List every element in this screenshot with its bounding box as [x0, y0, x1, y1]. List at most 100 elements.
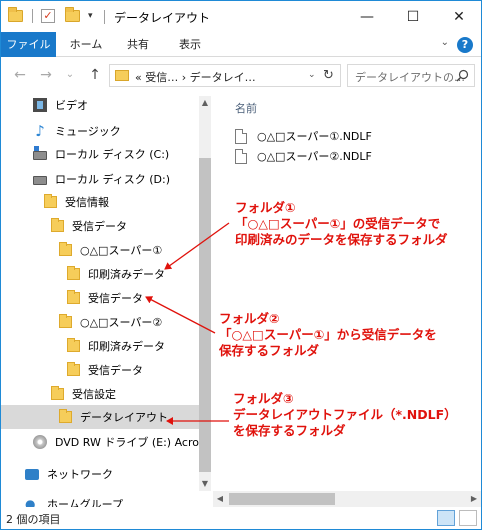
details-view-icon[interactable]: [437, 510, 455, 526]
search-input[interactable]: データレイアウトの…: [355, 69, 465, 85]
dvd-icon: [33, 435, 47, 449]
refresh-icon[interactable]: ↻: [323, 68, 334, 83]
search-icon[interactable]: [456, 69, 469, 82]
sidebar-item-label: ローカル ディスク (C:): [55, 148, 170, 161]
sidebar-item-label: データレイアウト: [80, 411, 168, 424]
sidebar-item-label: 受信データ: [88, 364, 143, 377]
sidebar-item-dvd-drive[interactable]: DVD RW ドライブ (E:) Acronis: [1, 430, 211, 454]
sidebar-item-label: ミュージック: [55, 125, 121, 138]
tab-share[interactable]: 共有: [117, 32, 159, 57]
file-item[interactable]: ○△□スーパー②.NDLF: [235, 146, 372, 166]
annotation-line: 印刷済みのデータを保存するフォルダ: [235, 232, 448, 247]
sidebar-item-label: 印刷済みデータ: [88, 340, 165, 353]
sidebar-item-printed-data-2[interactable]: 印刷済みデータ: [1, 334, 199, 358]
folder-icon: [67, 362, 80, 376]
sidebar-item-received-data-2[interactable]: 受信データ: [1, 358, 199, 382]
annotation-line: フォルダ①: [235, 200, 296, 215]
expand-ribbon-icon[interactable]: ⌄: [441, 37, 449, 48]
search-box[interactable]: データレイアウトの…: [347, 64, 475, 87]
folder-icon: [59, 314, 72, 328]
folder-icon: [51, 218, 64, 232]
sidebar-item-drive-d[interactable]: ローカル ディスク (D:): [1, 167, 199, 191]
new-folder-icon[interactable]: [65, 7, 80, 24]
drive-icon: [33, 146, 47, 160]
scroll-right-icon[interactable]: ▶: [467, 491, 481, 507]
homegroup-icon: ●: [25, 497, 36, 507]
folder-icon: [67, 290, 80, 304]
file-name: ○△□スーパー②.NDLF: [257, 150, 372, 163]
help-icon[interactable]: ?: [457, 37, 473, 53]
properties-icon[interactable]: ✓: [41, 8, 55, 24]
sidebar-item-label: ○△□スーパー①: [80, 244, 163, 257]
sidebar-item-jushin-settei[interactable]: 受信設定: [1, 382, 199, 406]
item-count: 2 個の項目: [6, 513, 61, 526]
back-button[interactable]: ←: [11, 66, 29, 84]
annotation-line: フォルダ②: [219, 311, 280, 326]
sidebar-item-label: 受信データ: [72, 220, 127, 233]
sidebar-item-super-2[interactable]: ○△□スーパー②: [1, 310, 199, 334]
sidebar-scrollbar-thumb[interactable]: [199, 158, 211, 472]
sidebar-item-jushin-joho[interactable]: 受信情報: [1, 190, 199, 214]
forward-button[interactable]: →: [37, 66, 55, 84]
navigation-pane: ビデオ ♪ ミュージック ローカル ディスク (C:) ローカル ディスク (D…: [1, 92, 211, 507]
address-path[interactable]: « 受信… › データレイ…: [135, 69, 256, 85]
music-icon: ♪: [35, 122, 45, 140]
folder-icon: [51, 386, 64, 400]
sidebar-item-network[interactable]: ネットワーク: [1, 462, 199, 486]
quick-access-separator: [32, 8, 33, 24]
folder-icon: [8, 7, 23, 24]
file-icon: [235, 128, 247, 144]
status-bar: 2 個の項目: [1, 507, 481, 529]
up-button[interactable]: ↑: [86, 66, 104, 84]
sidebar-item-label: 受信設定: [72, 388, 116, 401]
sidebar-item-label: ネットワーク: [47, 468, 113, 481]
folder-icon: [115, 70, 129, 81]
large-icons-view-icon[interactable]: [459, 510, 477, 526]
ribbon-tabs: ファイル ホーム 共有 表示 ⌄ ?: [1, 32, 481, 57]
sidebar-item-label: ビデオ: [55, 99, 88, 112]
annotation-folder-3: フォルダ③ データレイアウトファイル（*.NDLF） を保存するフォルダ: [233, 391, 457, 439]
sidebar-item-printed-data-1[interactable]: 印刷済みデータ: [1, 262, 199, 286]
folder-icon: [59, 409, 72, 423]
annotation-line: 保存するフォルダ: [219, 343, 320, 358]
scroll-left-icon[interactable]: ◀: [213, 491, 227, 507]
maximize-button[interactable]: ☐: [390, 1, 436, 32]
horizontal-scrollbar-thumb[interactable]: [229, 493, 335, 505]
navigation-bar: ← → ⌄ ↑ « 受信… › データレイ… ⌄ ↻ データレイアウトの…: [1, 58, 481, 92]
minimize-button[interactable]: —: [344, 1, 390, 32]
tab-view[interactable]: 表示: [169, 32, 211, 57]
scroll-down-icon[interactable]: ▼: [199, 477, 211, 491]
explorer-window: ✓ ▾ データレイアウト — ☐ ✕ ファイル ホーム 共有 表示 ⌄ ? ← …: [0, 0, 482, 530]
sidebar-item-video[interactable]: ビデオ: [1, 93, 199, 117]
sidebar-item-received-data-1[interactable]: 受信データ: [1, 286, 199, 310]
address-dropdown-icon[interactable]: ⌄: [308, 70, 316, 80]
file-name: ○△□スーパー①.NDLF: [257, 130, 372, 143]
sidebar-item-label: ○△□スーパー②: [80, 316, 163, 329]
window-title: データレイアウト: [114, 11, 211, 25]
annotation-line: 「○△□スーパー①」の受信データで: [235, 216, 441, 231]
sidebar-item-super-1[interactable]: ○△□スーパー①: [1, 238, 199, 262]
annotation-folder-2: フォルダ② 「○△□スーパー①」から受信データを 保存するフォルダ: [219, 311, 437, 359]
scroll-up-icon[interactable]: ▲: [199, 96, 211, 110]
title-bar: ✓ ▾ データレイアウト — ☐ ✕: [1, 1, 481, 32]
sidebar-item-jushin-data[interactable]: 受信データ: [1, 214, 199, 238]
tab-home[interactable]: ホーム: [65, 32, 107, 57]
tab-file[interactable]: ファイル: [1, 32, 56, 57]
folder-icon: [67, 266, 80, 280]
sidebar-item-drive-c[interactable]: ローカル ディスク (C:): [1, 142, 199, 166]
sidebar-item-data-layout[interactable]: データレイアウト: [1, 405, 199, 429]
customize-toolbar-icon[interactable]: ▾: [88, 8, 93, 24]
sidebar-item-label: DVD RW ドライブ (E:) Acronis: [55, 436, 211, 449]
sidebar-item-music[interactable]: ♪ ミュージック: [1, 119, 199, 143]
file-item[interactable]: ○△□スーパー①.NDLF: [235, 126, 372, 146]
folder-icon: [44, 194, 57, 208]
sidebar-item-homegroup[interactable]: ● ホームグループ: [1, 492, 199, 507]
drive-icon: [33, 176, 47, 185]
recent-locations-button[interactable]: ⌄: [61, 66, 79, 84]
folder-icon: [67, 338, 80, 352]
address-bar[interactable]: « 受信… › データレイ… ⌄ ↻: [109, 64, 341, 87]
column-header-name[interactable]: 名前: [235, 100, 257, 116]
sidebar-item-label: 印刷済みデータ: [88, 268, 165, 281]
close-button[interactable]: ✕: [436, 1, 481, 32]
sidebar-item-label: ホームグループ: [47, 498, 124, 507]
